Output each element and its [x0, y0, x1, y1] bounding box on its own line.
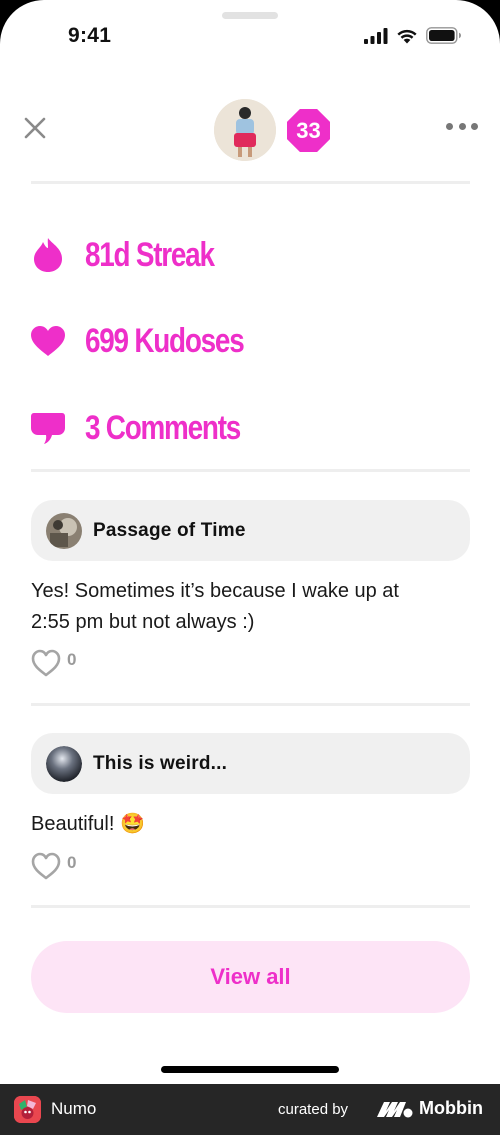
comment-post-header[interactable]: Passage of Time	[31, 500, 470, 561]
post-title: This is weird...	[93, 752, 228, 774]
user-avatar[interactable]	[214, 99, 276, 161]
flame-icon	[30, 237, 66, 273]
more-dot	[458, 122, 466, 130]
streak-label: 81d Streak	[85, 235, 215, 274]
divider	[31, 703, 470, 706]
app-icon	[14, 1096, 41, 1123]
signal-icon	[364, 27, 388, 44]
like-count: 0	[67, 853, 77, 872]
mobbin-brand: Mobbin	[419, 1098, 483, 1118]
top-bar: 33	[0, 96, 500, 162]
comment-text-line: Yes! Sometimes it’s because I wake up at	[31, 580, 399, 602]
mobbin-logo-icon	[377, 1102, 413, 1118]
view-all-button[interactable]: View all	[31, 941, 470, 1013]
curated-by-label: curated by	[278, 1101, 349, 1118]
comment-text-line: 2:55 pm but not always :)	[31, 611, 255, 633]
divider	[31, 905, 470, 908]
kudoses-label: 699 Kudoses	[85, 321, 245, 360]
comment-bubble-icon	[30, 410, 66, 446]
stat-streak: 81d Streak	[30, 230, 242, 280]
comments-label: 3 Comments	[85, 408, 241, 447]
footer-bar: Numo curated by Mobbin	[0, 1084, 500, 1135]
like-button[interactable]: 0	[31, 851, 76, 881]
divider	[31, 181, 470, 184]
post-thumbnail	[46, 512, 82, 549]
more-dot	[446, 122, 453, 130]
screen: 9:41 33 81d Streak 699 Kudoses 3 Comment…	[0, 0, 500, 1084]
app-name: Numo	[51, 1099, 97, 1118]
home-indicator	[161, 1066, 339, 1073]
status-time: 9:41	[68, 24, 112, 47]
wifi-icon	[397, 29, 417, 43]
stat-kudoses: 699 Kudoses	[30, 316, 278, 366]
like-count: 0	[67, 650, 77, 669]
heart-icon	[30, 323, 66, 359]
close-button[interactable]	[22, 115, 48, 141]
count-badge: 33	[287, 109, 330, 152]
stat-comments: 3 Comments	[30, 403, 274, 453]
post-title: Passage of Time	[93, 519, 246, 541]
post-thumbnail	[46, 745, 82, 782]
like-button[interactable]: 0	[31, 648, 76, 678]
comment-post-header[interactable]: This is weird...	[31, 733, 470, 794]
status-icons	[364, 27, 462, 44]
comment-text: Beautiful! 🤩	[31, 813, 145, 835]
more-options-button[interactable]	[446, 118, 478, 134]
status-bar: 9:41	[0, 0, 500, 70]
more-dot	[471, 122, 478, 130]
divider	[31, 469, 470, 472]
close-icon	[24, 117, 46, 139]
heart-outline-icon	[31, 649, 61, 677]
battery-icon	[426, 27, 461, 44]
heart-outline-icon	[31, 852, 61, 880]
comment-text: Yes! Sometimes it’s because I wake up at…	[31, 576, 451, 638]
